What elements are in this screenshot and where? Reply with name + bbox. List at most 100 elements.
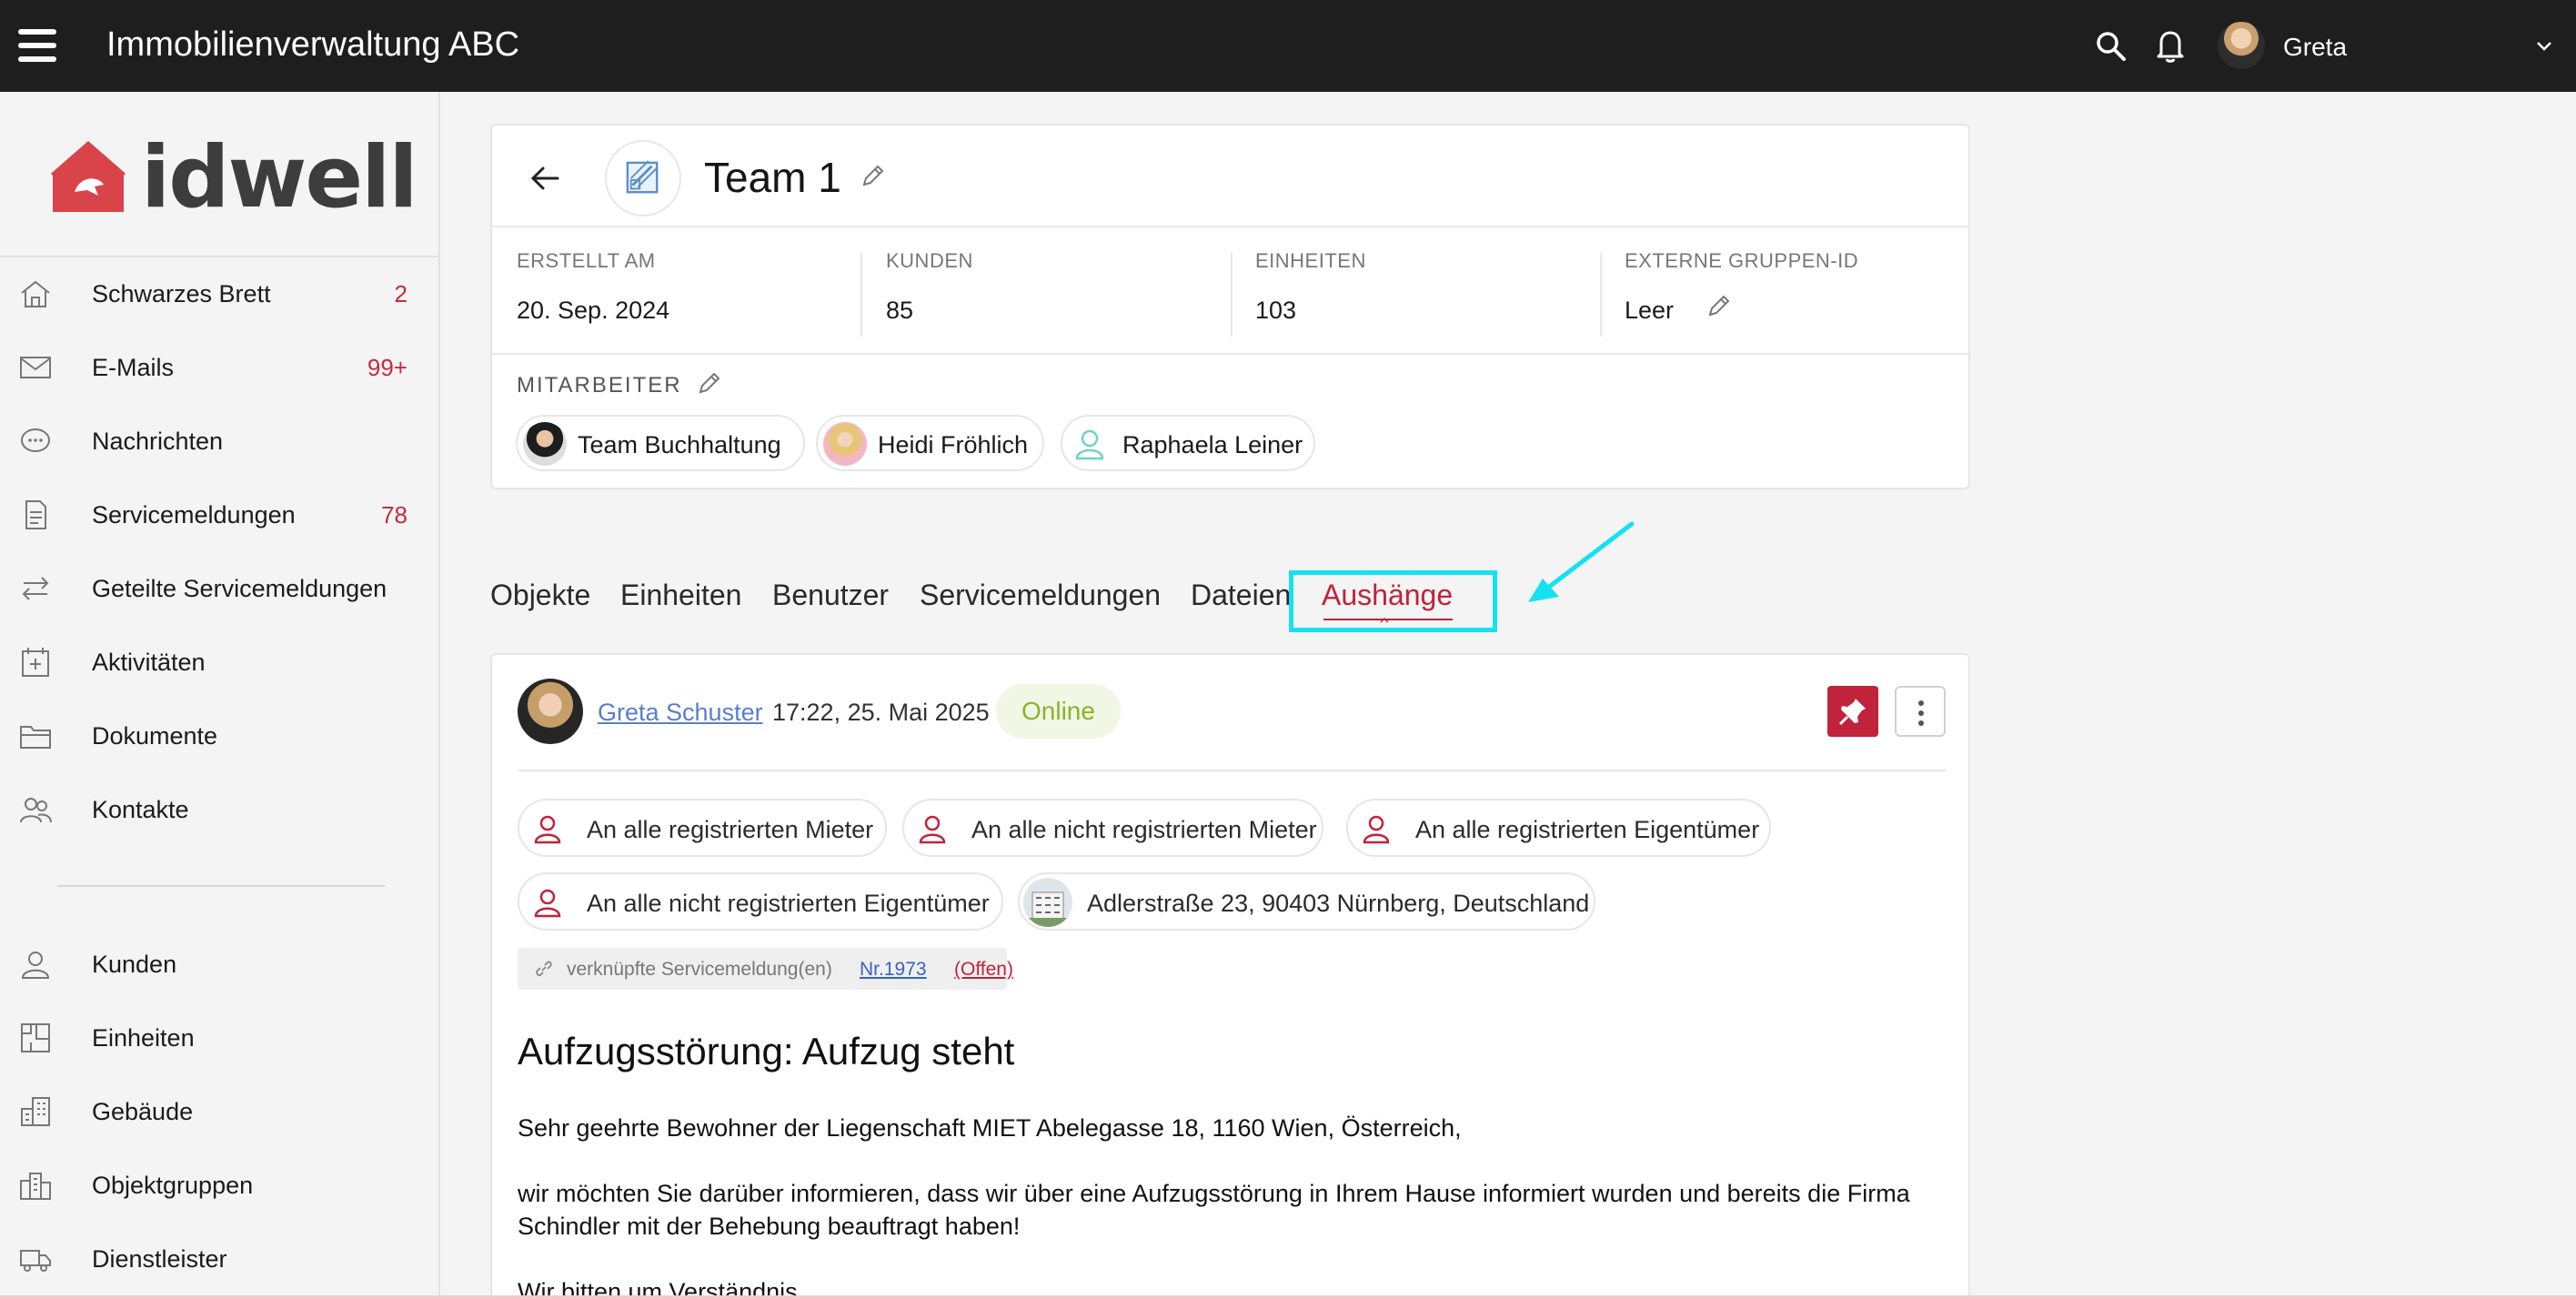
- avatar: [823, 422, 867, 466]
- tab-objekte[interactable]: Objekte: [490, 579, 590, 612]
- notice-title: Aufzugsstörung: Aufzug steht: [518, 1030, 1015, 1072]
- divider: [492, 226, 1968, 227]
- staff-chip[interactable]: Raphaela Leiner: [1061, 415, 1315, 471]
- sidebar-item-label: Schwarzes Brett: [92, 280, 271, 307]
- recipient-chip: An alle registrierten Mieter: [518, 799, 887, 857]
- link-icon: [536, 961, 552, 977]
- logo-text: idwell: [141, 128, 418, 227]
- avatar: [1068, 422, 1112, 466]
- buildings-icon: [20, 1173, 51, 1200]
- sidebar-item-label: Einheiten: [92, 1024, 195, 1052]
- more-options-button[interactable]: [1895, 686, 1946, 737]
- sidebar: idwell Schwarzes Brett 2 E-Mails 99+ Nac…: [0, 92, 440, 1299]
- linked-service-report: verknüpfte Servicemeldung(en) Nr.1973 (O…: [518, 948, 1013, 990]
- tab-dateien[interactable]: Dateien: [1191, 579, 1291, 612]
- sidebar-item-kunden[interactable]: Kunden: [0, 932, 440, 996]
- notice-card: Greta Schuster 17:22, 25. Mai 2025 Onlin…: [490, 653, 1970, 1299]
- pin-button[interactable]: [1827, 686, 1878, 737]
- sidebar-item-einheiten[interactable]: Einheiten: [0, 1006, 440, 1070]
- pencil-icon[interactable]: [1706, 292, 1733, 319]
- sidebar-item-kontakte[interactable]: Kontakte: [0, 778, 440, 841]
- stat-erstellt-am: ERSTELLT AM 20. Sep. 2024: [517, 249, 669, 349]
- bell-icon[interactable]: [2154, 27, 2187, 64]
- notice-paragraph: wir möchten Sie darüber informieren, das…: [518, 1180, 1910, 1240]
- back-arrow-icon[interactable]: [528, 162, 561, 195]
- staff-chip[interactable]: Team Buchhaltung: [516, 415, 805, 471]
- highlight-box: [1289, 570, 1497, 632]
- contacts-icon: [20, 798, 52, 823]
- sidebar-item-aktivitaeten[interactable]: Aktivitäten: [0, 630, 440, 694]
- tab-benutzer[interactable]: Benutzer: [772, 579, 889, 612]
- sidebar-item-label: Servicemeldungen: [92, 501, 296, 529]
- home-icon: [21, 280, 50, 307]
- person-icon: [21, 952, 50, 979]
- author-link[interactable]: Greta Schuster: [598, 699, 763, 727]
- avatar: [523, 422, 567, 466]
- group-header-card: Team 1 ERSTELLT AM 20. Sep. 2024 KUNDEN …: [490, 124, 1970, 489]
- post-timestamp: 17:22, 25. Mai 2025: [772, 699, 990, 726]
- sidebar-item-label: Dokumente: [92, 722, 218, 750]
- linked-label: verknüpfte Servicemeldung(en): [567, 959, 832, 980]
- truck-icon: [20, 1250, 51, 1272]
- menu-icon[interactable]: [18, 29, 56, 62]
- stat-value: 103: [1255, 297, 1297, 324]
- recipient-label: An alle nicht registrierten Mieter: [971, 816, 1317, 843]
- sidebar-item-emails[interactable]: E-Mails 99+: [0, 336, 440, 399]
- staff-name: Team Buchhaltung: [578, 431, 781, 458]
- sidebar-item-label: Aktivitäten: [92, 649, 206, 676]
- recipient-chip: An alle nicht registrierten Eigentümer: [518, 872, 1003, 931]
- stat-label: EXTERNE GRUPPEN-ID: [1625, 249, 1859, 272]
- stat-kunden: KUNDEN 85: [886, 249, 973, 349]
- search-icon[interactable]: [2094, 29, 2127, 62]
- chevron-down-icon[interactable]: [2534, 36, 2554, 56]
- stat-label: ERSTELLT AM: [517, 249, 656, 272]
- person-icon: [534, 815, 561, 844]
- linked-report-number[interactable]: Nr.1973: [860, 959, 927, 981]
- document-icon: [25, 500, 46, 529]
- sidebar-item-nachrichten[interactable]: Nachrichten: [0, 409, 440, 473]
- tab-einheiten[interactable]: Einheiten: [620, 579, 741, 612]
- sidebar-item-label: E-Mails: [92, 354, 175, 381]
- recipient-chip: An alle registrierten Eigentümer: [1346, 799, 1771, 857]
- pin-icon: [1838, 699, 1866, 726]
- calendar-icon: [22, 648, 49, 677]
- stat-externe-gruppen-id: EXTERNE GRUPPEN-ID Leer: [1625, 249, 1858, 349]
- sidebar-item-label: Dienstleister: [92, 1245, 227, 1273]
- sidebar-divider: [57, 885, 385, 887]
- divider: [492, 353, 1968, 355]
- status-badge: Online: [996, 684, 1121, 739]
- annotation-arrow-icon: [1528, 521, 1635, 602]
- person-icon: [919, 815, 946, 844]
- sidebar-item-schwarzes-brett[interactable]: Schwarzes Brett 2: [0, 262, 440, 326]
- sidebar-item-objektgruppen[interactable]: Objektgruppen: [0, 1153, 440, 1217]
- divider: [1231, 253, 1233, 337]
- pencil-icon[interactable]: [696, 369, 723, 397]
- mitarbeiter-label: MITARBEITER: [517, 373, 682, 398]
- sidebar-item-servicemeldungen[interactable]: Servicemeldungen 78: [0, 483, 440, 547]
- sidebar-item-geteilte-servicemeldungen[interactable]: Geteilte Servicemeldungen: [0, 557, 440, 620]
- chat-icon: [21, 428, 50, 452]
- sidebar-item-dokumente[interactable]: Dokumente: [0, 704, 440, 768]
- sidebar-item-count: 99+: [367, 354, 408, 381]
- stat-einheiten: EINHEITEN 103: [1255, 249, 1366, 349]
- author-avatar: [518, 679, 583, 744]
- bottom-border: [0, 1295, 2576, 1299]
- staff-chip[interactable]: Heidi Fröhlich: [816, 415, 1044, 471]
- recipient-label: An alle nicht registrierten Eigentümer: [587, 890, 990, 917]
- sidebar-item-dienstleister[interactable]: Dienstleister: [0, 1227, 440, 1291]
- pencil-icon[interactable]: [860, 162, 887, 189]
- stat-label: EINHEITEN: [1255, 249, 1366, 272]
- dot: [1918, 700, 1924, 706]
- linked-report-status[interactable]: (Offen): [954, 959, 1013, 981]
- divider: [860, 253, 862, 337]
- group-avatar: [605, 140, 681, 216]
- tab-servicemeldungen[interactable]: Servicemeldungen: [920, 579, 1161, 612]
- app-title: Immobilienverwaltung ABC: [106, 25, 520, 64]
- person-icon: [534, 889, 561, 918]
- stat-label: KUNDEN: [886, 249, 973, 272]
- person-icon: [1363, 815, 1390, 844]
- sidebar-item-gebaeude[interactable]: Gebäude: [0, 1080, 440, 1143]
- address-chip[interactable]: Adlerstraße 23, 90403 Nürnberg, Deutschl…: [1018, 872, 1595, 931]
- user-avatar[interactable]: [2218, 22, 2265, 69]
- user-name[interactable]: Greta: [2283, 33, 2347, 62]
